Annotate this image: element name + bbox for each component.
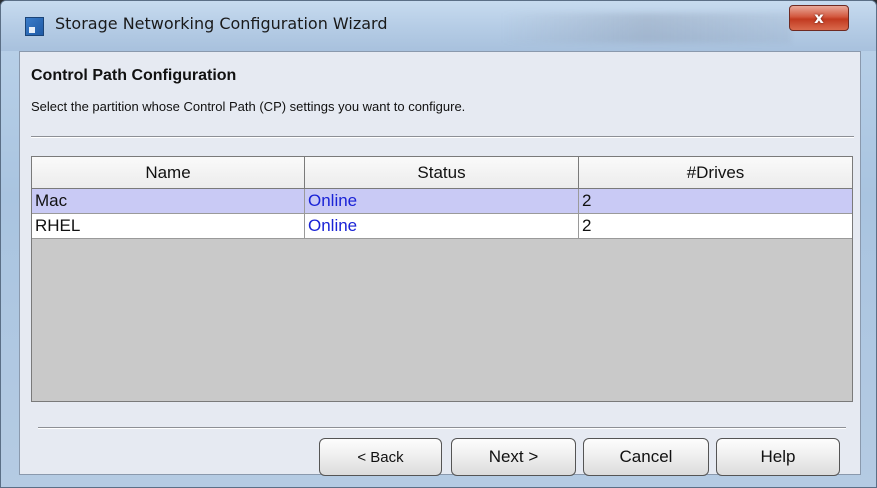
help-button-label: Help xyxy=(760,447,796,466)
back-button-label: < Back xyxy=(357,449,404,466)
next-button-label: Next > xyxy=(488,447,539,466)
cancel-button-label: Cancel xyxy=(619,447,673,466)
help-button[interactable]: Help xyxy=(716,438,840,476)
column-header-drives[interactable]: #Drives xyxy=(579,157,852,188)
page-instruction: Select the partition whose Control Path … xyxy=(31,99,466,114)
window-title: Storage Networking Configuration Wizard xyxy=(55,14,388,33)
wizard-content: Control Path Configuration Select the pa… xyxy=(19,51,861,476)
bottom-divider xyxy=(38,427,846,429)
close-button[interactable]: x xyxy=(789,5,849,31)
column-header-status[interactable]: Status xyxy=(305,157,579,188)
cancel-button[interactable]: Cancel xyxy=(583,438,709,476)
next-button[interactable]: Next > xyxy=(451,438,576,476)
back-button[interactable]: < Back xyxy=(319,438,442,476)
cell-status: Online xyxy=(305,189,579,213)
close-icon: x xyxy=(814,9,824,27)
cell-drives: 2 xyxy=(582,191,592,210)
cell-drives: 2 xyxy=(582,216,592,235)
wizard-window: Storage Networking Configuration Wizard … xyxy=(0,0,877,488)
cell-name: RHEL xyxy=(32,214,305,238)
page-heading: Control Path Configuration xyxy=(31,67,237,84)
partition-table[interactable]: Name Status #Drives Mac Online 2 RHEL On… xyxy=(31,156,853,402)
top-divider xyxy=(31,136,854,138)
table-row[interactable]: RHEL Online 2 xyxy=(32,214,852,239)
background-window-blur xyxy=(501,13,791,43)
table-row[interactable]: Mac Online 2 xyxy=(32,189,852,214)
cell-status: Online xyxy=(305,214,579,238)
title-bar[interactable]: Storage Networking Configuration Wizard … xyxy=(1,1,876,51)
app-icon xyxy=(25,17,44,36)
cell-name: Mac xyxy=(32,189,305,213)
column-header-name[interactable]: Name xyxy=(32,157,305,188)
table-header: Name Status #Drives xyxy=(32,157,852,189)
